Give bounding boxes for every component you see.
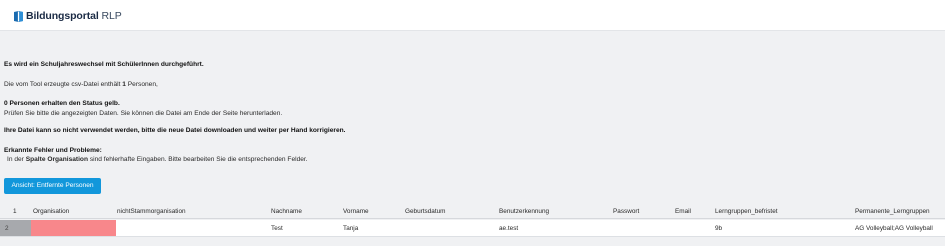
header-organisation[interactable]: Organisation (33, 208, 69, 216)
cell-nachname[interactable]: Test (271, 225, 283, 233)
header-lerngruppen-befristet[interactable]: Lerngruppen_befristet (715, 208, 778, 216)
header-vorname[interactable]: Vorname (343, 208, 369, 216)
header-nachname[interactable]: Nachname (271, 208, 302, 216)
cell-benutzerkennung[interactable]: ae.test (499, 225, 518, 233)
brand-name: Bildungsportal RLP (26, 10, 122, 22)
view-removed-persons-button[interactable]: Ansicht: Entfernte Personen (4, 178, 101, 194)
header-geburtsdatum[interactable]: Geburtsdatum (405, 208, 446, 216)
row-index-cell: 2 (0, 220, 31, 236)
top-header: Bildungsportal RLP (0, 0, 945, 31)
table-header-row: 1 Organisation nichtStammorganisation Na… (0, 204, 945, 219)
csv-info-message: Die vom Tool erzeugte csv-Datei enthält … (4, 81, 158, 88)
header-email[interactable]: Email (675, 208, 691, 216)
header-benutzerkennung[interactable]: Benutzerkennung (499, 208, 549, 216)
table-row: 2 Test Tanja ae.test 9b AG Volleyball;AG… (0, 220, 945, 237)
cell-lerngruppen-befristet[interactable]: 9b (715, 225, 722, 233)
header-index[interactable]: 1 (13, 208, 17, 216)
cell-permanente-lerngruppen[interactable]: AG Volleyball;AG Volleyball (855, 225, 933, 233)
errors-detail: In der Spalte Organisation sind fehlerha… (7, 156, 308, 163)
errors-title: Erkannte Fehler und Probleme: (4, 147, 102, 154)
brand-logo-icon (14, 10, 23, 22)
header-permanente-lerngruppen[interactable]: Permanente_Lerngruppen (855, 208, 930, 216)
header-nicht-stammorganisation[interactable]: nichtStammorganisation (117, 208, 186, 216)
school-year-change-message: Es wird ein Schuljahreswechsel mit Schül… (4, 61, 204, 68)
yellow-status-message: 0 Personen erhalten den Status gelb. (4, 100, 120, 107)
organisation-error-cell[interactable] (31, 220, 116, 236)
header-passwort[interactable]: Passwort (613, 208, 639, 216)
file-unusable-warning: Ihre Datei kann so nicht verwendet werde… (4, 127, 346, 134)
cell-vorname[interactable]: Tanja (343, 225, 358, 233)
brand-logo[interactable]: Bildungsportal RLP (14, 10, 122, 22)
check-data-message: Prüfen Sie bitte die angezeigten Daten. … (4, 110, 283, 117)
